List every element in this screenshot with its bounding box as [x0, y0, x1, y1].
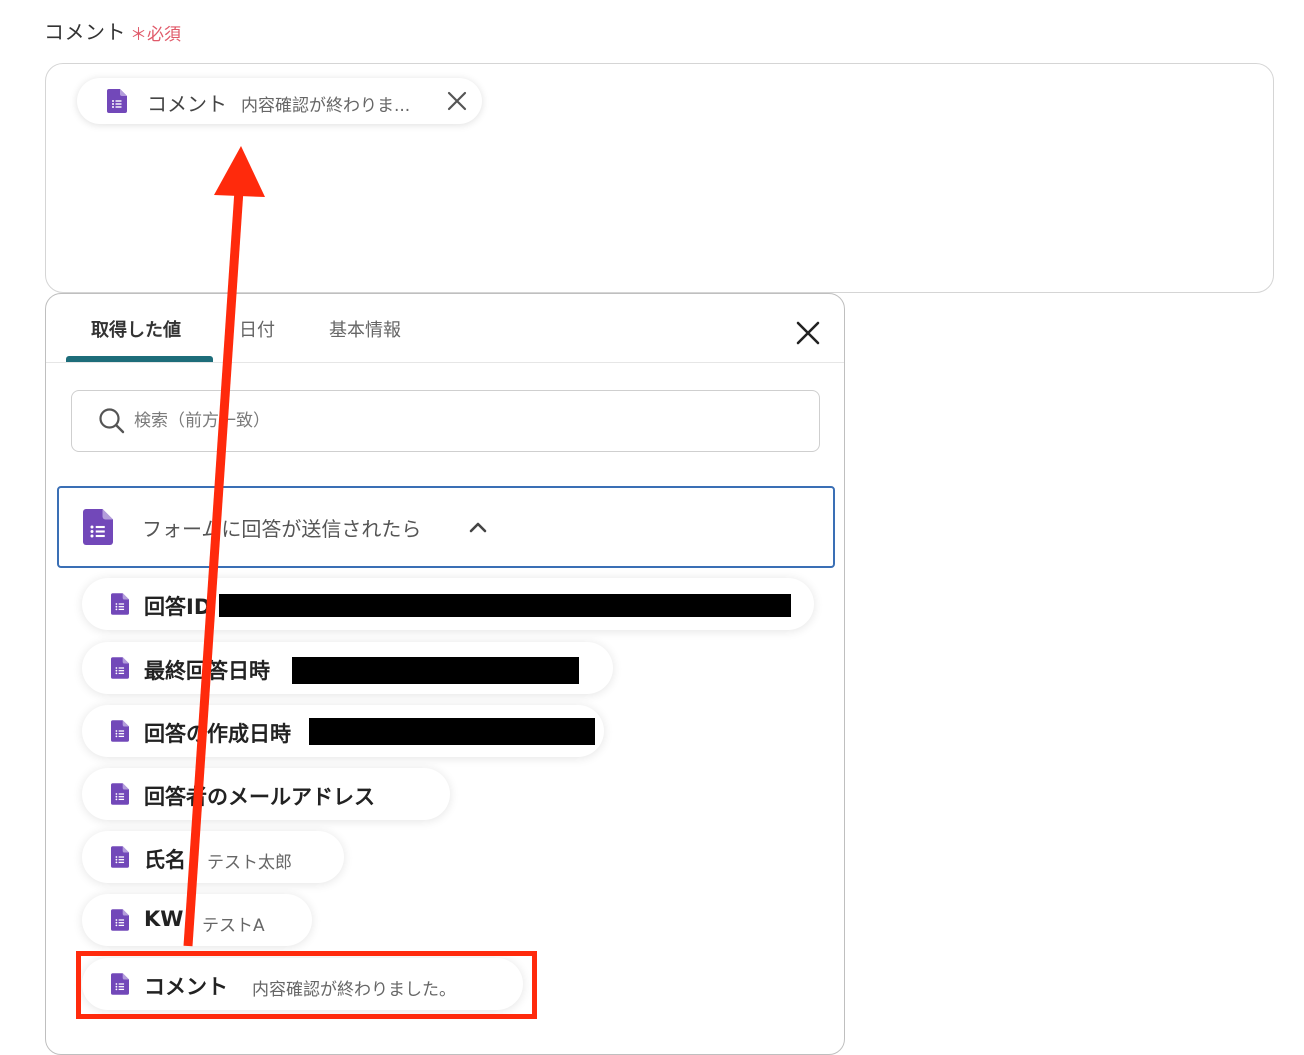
required-mark: ＊必須 — [130, 25, 181, 45]
item-value: テストA — [202, 916, 265, 936]
chevron-up-icon[interactable] — [469, 518, 487, 537]
tab-basic-info[interactable]: 基本情報 — [329, 316, 401, 342]
chip-remove-icon[interactable] — [446, 90, 468, 112]
item-label: 回答の作成日時 — [144, 722, 291, 746]
redacted-value — [292, 657, 579, 684]
list-item-respondent-email[interactable]: 回答者のメールアドレス — [82, 768, 450, 820]
item-label: 最終回答日時 — [144, 659, 270, 683]
search-input[interactable] — [132, 405, 736, 437]
google-forms-icon — [111, 909, 129, 935]
item-label: 回答ID — [144, 595, 212, 619]
tab-divider — [46, 362, 844, 363]
chip-label: コメント — [147, 92, 227, 116]
annotation-highlight-box — [76, 951, 537, 1019]
selected-value-chip[interactable]: コメント 内容確認が終わりま... — [77, 78, 482, 124]
item-value: テスト太郎 — [207, 853, 292, 873]
list-item-response-created-time[interactable]: 回答の作成日時 — [82, 705, 604, 757]
list-item-name[interactable]: 氏名 テスト太郎 — [82, 831, 344, 883]
google-forms-icon — [83, 508, 113, 550]
section-form-response[interactable]: フォームに回答が送信されたら — [57, 486, 835, 568]
item-label: KW — [144, 907, 184, 931]
section-title: フォームに回答が送信されたら — [142, 517, 422, 541]
search-icon — [98, 407, 126, 439]
redacted-value — [309, 718, 595, 745]
list-item-response-id[interactable]: 回答ID — [82, 578, 814, 630]
list-item-kw[interactable]: KW テストA — [82, 894, 312, 946]
item-label: 回答者のメールアドレス — [144, 785, 375, 809]
field-label: コメント — [44, 20, 126, 44]
list-item-last-response-time[interactable]: 最終回答日時 — [82, 642, 613, 694]
google-forms-icon — [111, 846, 129, 872]
google-forms-icon — [107, 89, 127, 117]
redacted-value — [219, 594, 791, 617]
google-forms-icon — [111, 593, 129, 619]
google-forms-icon — [111, 720, 129, 746]
item-label: 氏名 — [144, 848, 186, 872]
google-forms-icon — [111, 657, 129, 683]
tab-acquired-values[interactable]: 取得した値 — [91, 316, 181, 342]
chip-value: 内容確認が終わりま... — [241, 96, 411, 116]
google-forms-icon — [111, 783, 129, 809]
search-box — [71, 390, 820, 452]
tab-date[interactable]: 日付 — [239, 316, 275, 342]
close-icon[interactable] — [795, 320, 821, 346]
